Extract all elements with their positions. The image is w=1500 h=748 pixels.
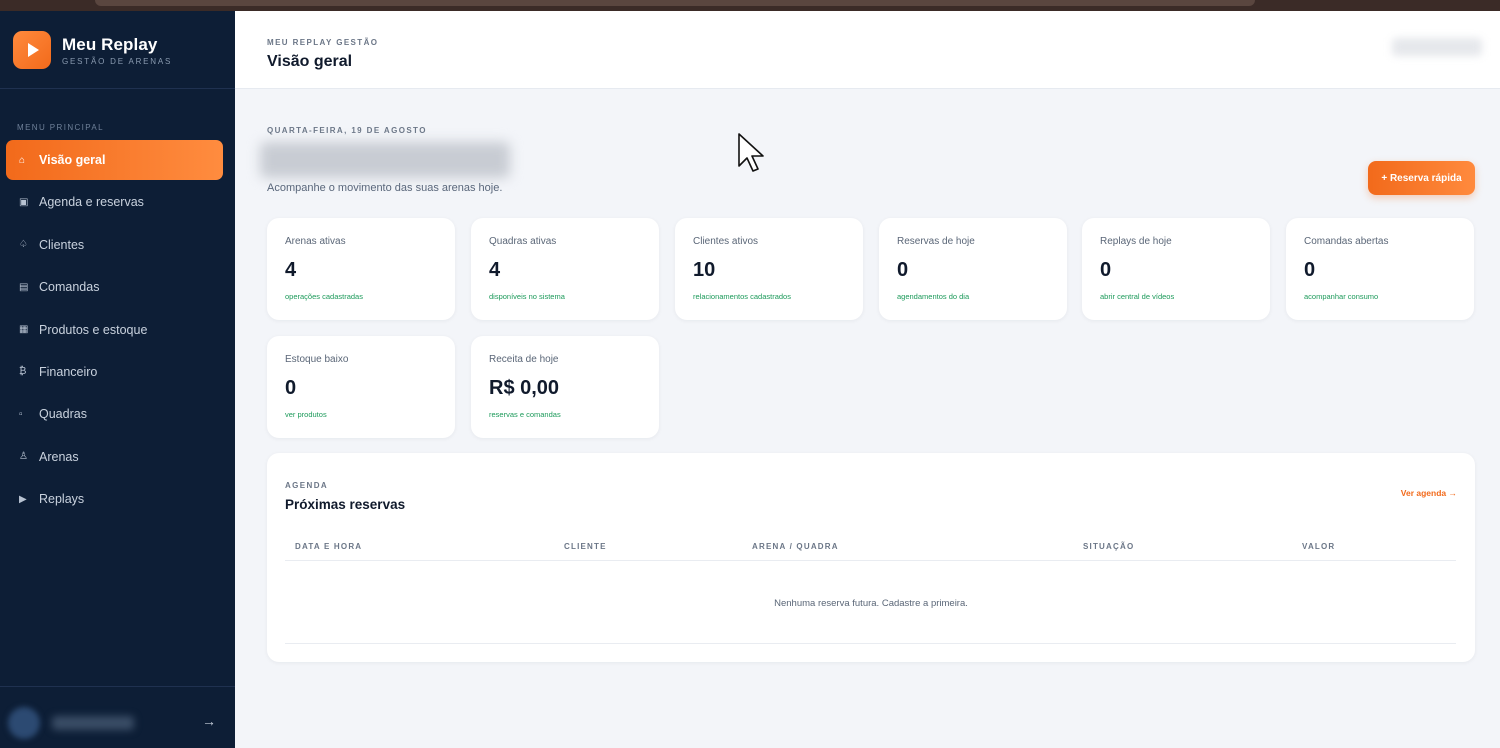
sidebar-item-label: Comandas <box>39 280 100 295</box>
user-name-redacted <box>52 716 134 730</box>
stat-card-reservas[interactable]: Reservas de hoje 0 agendamentos do dia <box>879 218 1067 320</box>
brand-subtitle: GESTÃO DE ARENAS <box>62 56 173 66</box>
products-icon: ▦ <box>19 324 29 336</box>
current-date: QUARTA-FEIRA, 19 DE AGOSTO <box>267 126 427 135</box>
sidebar-bottom-divider <box>0 686 235 687</box>
column-header-date[interactable]: DATA E HORA <box>295 542 362 551</box>
finance-icon: ₿ <box>19 366 27 378</box>
stat-note: operações cadastradas <box>285 292 363 301</box>
stat-note: acompanhar consumo <box>1304 292 1379 301</box>
logout-arrow-icon[interactable]: → <box>202 713 216 729</box>
stat-card-replays[interactable]: Replays de hoje 0 abrir central de vídeo… <box>1082 218 1270 320</box>
stat-label: Estoque baixo <box>285 354 349 365</box>
page-header: MEU REPLAY GESTÃO Visão geral <box>235 11 1500 89</box>
header-user-redacted[interactable] <box>1392 38 1482 56</box>
stat-label: Replays de hoje <box>1100 236 1172 247</box>
page-subtitle: Acompanhe o movimento das suas arenas ho… <box>267 182 503 194</box>
stat-card-quadras[interactable]: Quadras ativas 4 disponíveis no sistema <box>471 218 659 320</box>
stat-note: abrir central de vídeos <box>1100 292 1175 301</box>
sidebar-item-produtos[interactable]: ▦ Produtos e estoque <box>6 310 223 350</box>
stat-label: Arenas ativas <box>285 236 346 247</box>
stat-note: reservas e comandas <box>489 410 561 419</box>
stat-label: Reservas de hoje <box>897 236 975 247</box>
stat-value: 10 <box>693 259 716 281</box>
upcoming-reservations-panel: AGENDA Próximas reservas Ver agenda → DA… <box>267 453 1475 662</box>
sidebar-item-replays[interactable]: ▶ Replays <box>6 479 223 519</box>
greeting-redacted <box>260 142 510 178</box>
stat-label: Clientes ativos <box>693 236 759 247</box>
sidebar-item-financeiro[interactable]: ₿ Financeiro <box>6 352 223 392</box>
stat-note: relacionamentos cadastrados <box>693 292 791 301</box>
stat-card-comandas[interactable]: Comandas abertas 0 acompanhar consumo <box>1286 218 1474 320</box>
sidebar-item-label: Produtos e estoque <box>39 322 148 337</box>
stat-label: Comandas abertas <box>1304 236 1389 247</box>
menu-section-label: MENU PRINCIPAL <box>17 123 105 132</box>
sidebar-item-clientes[interactable]: ♤ Clientes <box>6 225 223 265</box>
sidebar-nav: ⌂ Visão geral ▣ Agenda e reservas ♤ Cliente… <box>6 140 223 522</box>
sidebar-item-label: Replays <box>39 492 85 507</box>
user-profile[interactable]: → <box>8 703 228 743</box>
stat-note: agendamentos do dia <box>897 292 970 301</box>
stat-value: 4 <box>285 259 297 281</box>
sidebar-divider <box>0 88 235 89</box>
stat-card-arenas[interactable]: Arenas ativas 4 operações cadastradas <box>267 218 455 320</box>
empty-state-message: Nenhuma reserva futura. Cadastre a prime… <box>774 598 968 609</box>
brand-name: Meu Replay <box>62 34 158 54</box>
mouse-cursor-icon <box>738 133 764 172</box>
avatar[interactable] <box>8 707 40 739</box>
stat-label: Quadras ativas <box>489 236 557 247</box>
home-icon: ⌂ <box>19 154 26 166</box>
arena-icon: ♙ <box>19 451 28 463</box>
column-header-status[interactable]: SITUAÇÃO <box>1083 542 1134 551</box>
panel-title: Próximas reservas <box>285 497 406 512</box>
sidebar-item-arenas[interactable]: ♙ Arenas <box>6 437 223 477</box>
stat-value: 0 <box>897 259 909 281</box>
column-header-arena[interactable]: ARENA / QUADRA <box>752 542 839 551</box>
column-header-client[interactable]: CLIENTE <box>564 542 607 551</box>
sidebar-item-quadras[interactable]: ▫ Quadras <box>6 394 223 434</box>
column-header-value[interactable]: VALOR <box>1302 542 1335 551</box>
sidebar-item-agenda[interactable]: ▣ Agenda e reservas <box>6 182 223 222</box>
stat-note: ver produtos <box>285 410 327 419</box>
browser-top-strip <box>0 0 1500 11</box>
browser-tab-bar <box>95 0 1255 6</box>
stat-value: 4 <box>489 259 501 281</box>
stat-card-receita[interactable]: Receita de hoje R$ 0,00 reservas e coman… <box>471 336 659 438</box>
stat-card-clientes[interactable]: Clientes ativos 10 relacionamentos cadas… <box>675 218 863 320</box>
sidebar-item-label: Quadras <box>39 407 87 422</box>
sidebar-item-label: Visão geral <box>39 153 106 167</box>
table-divider <box>285 560 1456 561</box>
sidebar-item-label: Financeiro <box>39 364 98 379</box>
breadcrumb: MEU REPLAY GESTÃO <box>267 38 379 47</box>
stat-value: 0 <box>1304 259 1316 281</box>
sidebar: Meu Replay GESTÃO DE ARENAS MENU PRINCIP… <box>0 11 235 748</box>
sidebar-item-label: Clientes <box>39 237 85 252</box>
orders-icon: ▤ <box>19 281 29 293</box>
stat-value: R$ 0,00 <box>489 377 560 399</box>
stat-value: 0 <box>285 377 297 399</box>
stat-value: 0 <box>1100 259 1112 281</box>
panel-kicker: AGENDA <box>285 481 329 490</box>
sidebar-item-label: Arenas <box>39 449 79 464</box>
calendar-icon: ▣ <box>19 196 29 208</box>
sidebar-item-comandas[interactable]: ▤ Comandas <box>6 267 223 307</box>
stat-label: Receita de hoje <box>489 354 559 365</box>
table-divider <box>285 643 1456 644</box>
clients-icon: ♤ <box>19 239 28 251</box>
page-title: Visão geral <box>267 53 353 70</box>
sidebar-item-label: Agenda e reservas <box>39 195 144 210</box>
view-agenda-link[interactable]: Ver agenda → <box>1401 488 1457 498</box>
stat-card-estoque[interactable]: Estoque baixo 0 ver produtos <box>267 336 455 438</box>
quick-reservation-button[interactable]: + Reserva rápida <box>1368 161 1475 195</box>
play-icon: ▶ <box>19 493 27 505</box>
courts-icon: ▫ <box>19 408 23 420</box>
stat-note: disponíveis no sistema <box>489 292 565 301</box>
sidebar-item-visao-geral[interactable]: ⌂ Visão geral <box>6 140 223 180</box>
brand[interactable]: Meu Replay GESTÃO DE ARENAS <box>13 31 172 69</box>
play-logo-icon <box>13 31 51 69</box>
